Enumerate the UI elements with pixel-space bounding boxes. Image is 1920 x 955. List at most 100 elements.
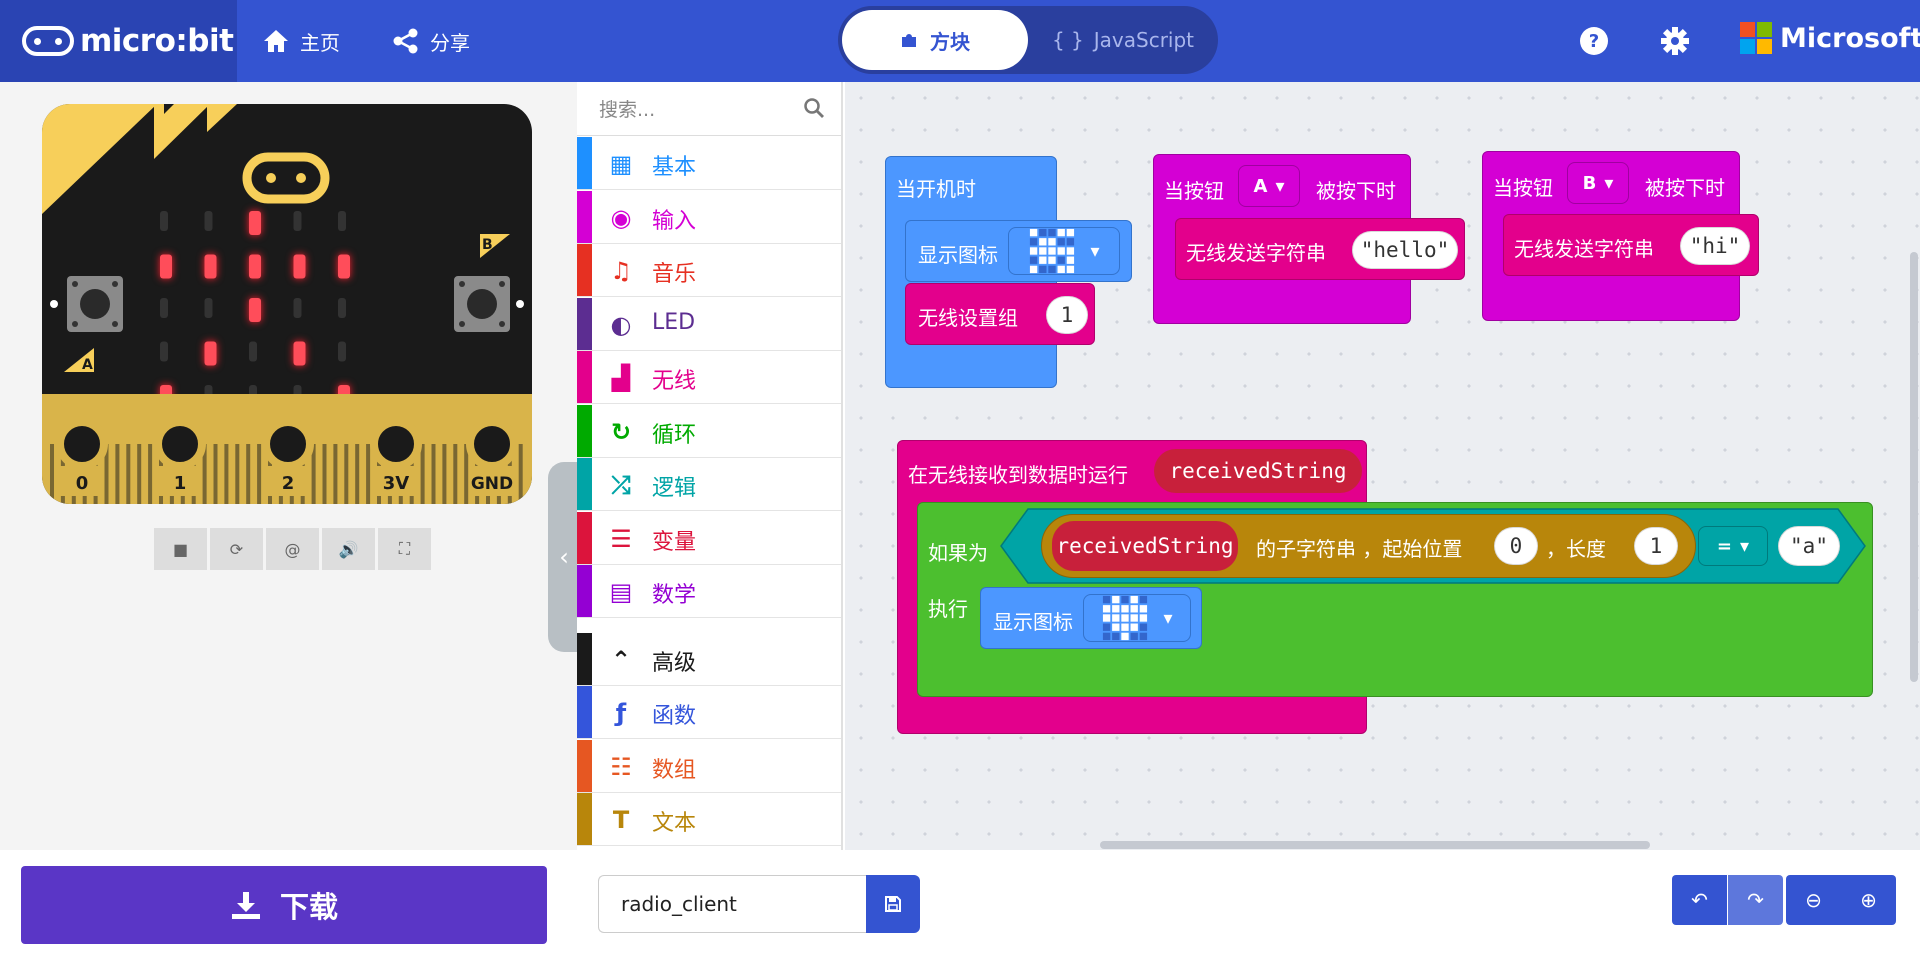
category-color-bar xyxy=(577,244,592,296)
list-icon: ☰ xyxy=(610,524,632,553)
tab-blocks-label: 方块 xyxy=(930,29,970,54)
on-button-a-pre: 当按钮 xyxy=(1164,179,1224,203)
home-button[interactable]: 主页 xyxy=(262,24,340,58)
horizontal-scrollbar[interactable] xyxy=(1100,841,1650,849)
undo-button[interactable]: ↶ xyxy=(1672,875,1727,925)
toolbox-category-5[interactable]: ↻ 循环 xyxy=(577,404,841,458)
redo-button[interactable]: ↷ xyxy=(1728,875,1783,925)
collapse-simulator-button[interactable]: ‹ xyxy=(548,462,580,652)
restart-button[interactable]: ⟳ xyxy=(210,528,263,570)
pin-label: GND xyxy=(471,474,513,494)
snail-icon: @ xyxy=(284,539,301,559)
headphones-icon: ♫ xyxy=(610,257,632,285)
pin-0[interactable] xyxy=(56,418,108,470)
received-string-var[interactable]: receivedString xyxy=(1052,521,1238,571)
speaker-icon: 🔊 xyxy=(338,539,359,559)
gear-icon[interactable] xyxy=(1660,26,1690,56)
toolbox-search[interactable]: 搜索... xyxy=(577,82,841,136)
pin-2[interactable] xyxy=(262,418,314,470)
send-value-a-text: hello xyxy=(1373,238,1437,262)
category-color-bar xyxy=(577,297,592,350)
share-button[interactable]: 分享 xyxy=(392,24,470,58)
length-input[interactable]: 1 xyxy=(1634,527,1678,565)
header-bar: micro:bit 主页 分享 方块 { } JavaScript ? Micr… xyxy=(0,0,1920,82)
received-string-param[interactable]: receivedString xyxy=(1154,449,1362,493)
simulator-panel: A B 0 1 2 3V GND ■ ⟳ @ 🔊 ⛶ ‹ xyxy=(0,82,580,850)
show-icon-block-1[interactable]: 显示图标 ▾ xyxy=(905,220,1132,282)
toolbox-category-2[interactable]: ♫ 音乐 xyxy=(577,244,841,297)
text-icon: T xyxy=(612,806,630,834)
button-a-dropdown[interactable]: A ▾ xyxy=(1238,165,1300,207)
show-icon-label-1: 显示图标 xyxy=(918,243,998,267)
toolbox-category-10[interactable]: ƒ 函数 xyxy=(577,686,841,739)
toolbox-category-3[interactable]: ◐ LED xyxy=(577,297,841,351)
share-icon xyxy=(393,28,418,54)
radio-send-label-a: 无线发送字符串 xyxy=(1186,241,1326,265)
toolbox-category-8[interactable]: ▤ 数学 xyxy=(577,565,841,618)
led-on xyxy=(293,254,306,279)
show-icon-block-2[interactable]: 显示图标 ▾ xyxy=(980,587,1202,649)
tab-blocks[interactable]: 方块 xyxy=(842,10,1028,70)
blocks-workspace[interactable]: 当开机时 显示图标 ▾ 无线设置组 1 当按钮 A ▾ 被按下时 无线发送字符串 … xyxy=(845,82,1920,850)
home-icon xyxy=(264,30,288,52)
zoom-in-button[interactable]: ⊕ xyxy=(1841,875,1896,925)
icon-dropdown-2[interactable]: ▾ xyxy=(1083,594,1191,642)
microsoft-label: Microsoft xyxy=(1780,22,1920,54)
button-b-label: B xyxy=(482,237,493,253)
toolbox-category-1[interactable]: ◉ 输入 xyxy=(577,190,841,244)
chevron-down-icon: ▾ xyxy=(1740,535,1750,557)
project-name-input[interactable] xyxy=(598,875,866,933)
download-button[interactable]: 下载 xyxy=(21,866,547,944)
led-on xyxy=(204,341,217,366)
vertical-scrollbar[interactable] xyxy=(1910,252,1918,682)
toolbox-category-4[interactable]: ▟ 无线 xyxy=(577,351,841,404)
slow-motion-button[interactable]: @ xyxy=(266,528,319,570)
toolbox-category-0[interactable]: ▦ 基本 xyxy=(577,137,841,190)
simulator-controls: ■ ⟳ @ 🔊 ⛶ xyxy=(154,528,431,570)
category-label: 逻辑 xyxy=(652,476,697,501)
compare-value[interactable]: " a " xyxy=(1778,526,1840,566)
led-off xyxy=(293,211,302,231)
radio-send-string-block-a[interactable]: 无线发送字符串 " hello " xyxy=(1175,218,1465,280)
pin-4[interactable] xyxy=(466,418,518,470)
toolbox-category-11[interactable]: ☷ 数组 xyxy=(577,739,841,793)
on-button-b-pre: 当按钮 xyxy=(1493,176,1553,200)
stop-icon: ■ xyxy=(172,539,189,559)
button-a-value: A xyxy=(1253,175,1268,197)
send-value-a[interactable]: " hello " xyxy=(1352,231,1458,269)
quote-close: " xyxy=(1436,238,1450,262)
radio-send-string-block-b[interactable]: 无线发送字符串 " hi " xyxy=(1503,214,1759,276)
send-value-b[interactable]: " hi " xyxy=(1680,227,1750,265)
toolbox-category-7[interactable]: ☰ 变量 xyxy=(577,511,841,565)
tab-javascript[interactable]: { } JavaScript xyxy=(1038,10,1208,70)
radio-set-group-block[interactable]: 无线设置组 1 xyxy=(905,283,1095,345)
icon-dropdown-1[interactable]: ▾ xyxy=(1008,227,1120,275)
zoom-out-button[interactable]: ⊖ xyxy=(1786,875,1841,925)
start-input[interactable]: 0 xyxy=(1494,527,1538,565)
help-icon[interactable]: ? xyxy=(1579,26,1609,56)
tab-javascript-label: JavaScript xyxy=(1093,28,1195,52)
group-value-input[interactable]: 1 xyxy=(1046,296,1088,334)
mute-button[interactable]: 🔊 xyxy=(322,528,375,570)
fullscreen-button[interactable]: ⛶ xyxy=(378,528,431,570)
microbit-logo[interactable]: micro:bit xyxy=(0,0,237,82)
toolbox-category-9[interactable]: ⌃ 高级 xyxy=(577,632,841,686)
stop-button[interactable]: ■ xyxy=(154,528,207,570)
on-button-a-post: 被按下时 xyxy=(1316,179,1396,203)
calculator-icon: ▤ xyxy=(609,578,633,606)
chevron-up-icon: ⌃ xyxy=(610,645,632,674)
download-label: 下载 xyxy=(279,890,338,924)
save-button[interactable] xyxy=(866,875,920,933)
microsoft-logo[interactable]: Microsoft xyxy=(1740,22,1920,54)
substring-block[interactable]: receivedString 的子字符串 ，起始位置 0 ，长度 1 xyxy=(1041,514,1696,578)
loop-icon: ↻ xyxy=(610,417,632,446)
pin-3[interactable] xyxy=(370,418,422,470)
operator-dropdown[interactable]: = ▾ xyxy=(1698,526,1768,566)
pin-1[interactable] xyxy=(154,418,206,470)
category-color-bar xyxy=(577,511,592,564)
toolbox-category-6[interactable]: ⤮ 逻辑 xyxy=(577,458,841,511)
button-b-dropdown[interactable]: B ▾ xyxy=(1567,162,1629,204)
led-off xyxy=(249,341,257,362)
quote-open: " xyxy=(1360,238,1374,262)
toolbox-category-12[interactable]: T 文本 xyxy=(577,793,841,846)
